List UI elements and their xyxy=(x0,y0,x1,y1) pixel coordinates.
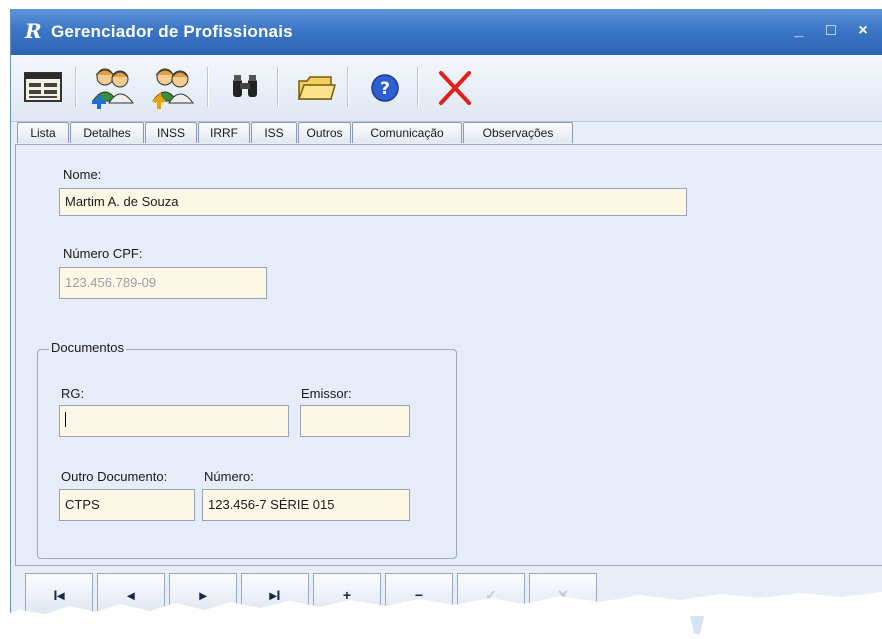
numero-label: Número: xyxy=(204,469,254,484)
outro-documento-label: Outro Documento: xyxy=(61,469,168,484)
add-professional-button[interactable] xyxy=(87,63,139,111)
maximize-button[interactable]: □ xyxy=(819,19,843,43)
emissor-field[interactable] xyxy=(300,405,410,437)
add-user-icon xyxy=(92,68,134,109)
toolbar-separator xyxy=(207,67,209,107)
toolbar-separator xyxy=(277,67,279,107)
tab-irrf[interactable]: IRRF xyxy=(198,122,250,143)
text-caret xyxy=(65,412,66,428)
rg-label: RG: xyxy=(61,386,85,401)
tab-comunicacao[interactable]: Comunicação xyxy=(352,122,462,143)
torn-edge-overlay xyxy=(0,592,882,639)
red-x-icon xyxy=(439,71,471,105)
tab-outros[interactable]: Outros xyxy=(298,122,351,143)
edit-professional-button[interactable] xyxy=(147,63,199,111)
list-view-button[interactable] xyxy=(17,63,69,111)
cpf-label: Número CPF: xyxy=(63,246,143,261)
outro-documento-field[interactable]: CTPS xyxy=(59,489,195,521)
tab-detalhes[interactable]: Detalhes xyxy=(70,122,144,143)
toolbar: ? xyxy=(11,55,882,122)
close-button[interactable] xyxy=(429,63,481,111)
tab-inss[interactable]: INSS xyxy=(145,122,197,143)
nome-label: Nome: xyxy=(63,167,102,182)
app-logo-icon: R xyxy=(25,19,42,43)
open-folder-button[interactable] xyxy=(289,63,341,111)
minimize-button[interactable]: _ xyxy=(787,19,811,43)
nome-field[interactable]: Martim A. de Souza xyxy=(59,188,687,216)
edit-user-icon xyxy=(152,68,194,109)
emissor-label: Emissor: xyxy=(301,386,352,401)
toolbar-separator xyxy=(417,67,419,107)
app-window: R Gerenciador de Profissionais _ □ × ? L… xyxy=(10,9,882,639)
svg-text:?: ? xyxy=(380,79,390,99)
documentos-groupbox xyxy=(37,349,457,559)
search-button[interactable] xyxy=(219,63,271,111)
help-icon: ? xyxy=(371,74,399,102)
tab-iss[interactable]: ISS xyxy=(251,122,297,143)
numero-field[interactable]: 123.456-7 SÉRIE 015 xyxy=(202,489,410,521)
title-bar[interactable]: R Gerenciador de Profissionais _ □ × xyxy=(11,9,882,55)
tab-observacoes[interactable]: Observações xyxy=(463,122,573,143)
binoculars-icon xyxy=(233,75,257,97)
cpf-field[interactable]: 123.456.789-09 xyxy=(59,267,267,299)
close-window-button[interactable]: × xyxy=(851,19,875,43)
toolbar-separator xyxy=(75,67,77,107)
toolbar-separator xyxy=(347,67,349,107)
tab-lista[interactable]: Lista xyxy=(17,122,69,143)
help-button[interactable]: ? xyxy=(359,63,411,111)
rg-field[interactable] xyxy=(59,405,289,437)
window-title: Gerenciador de Profissionais xyxy=(51,22,293,41)
folder-icon xyxy=(297,76,336,100)
list-form-icon xyxy=(24,72,62,102)
documentos-title: Documentos xyxy=(49,340,126,355)
